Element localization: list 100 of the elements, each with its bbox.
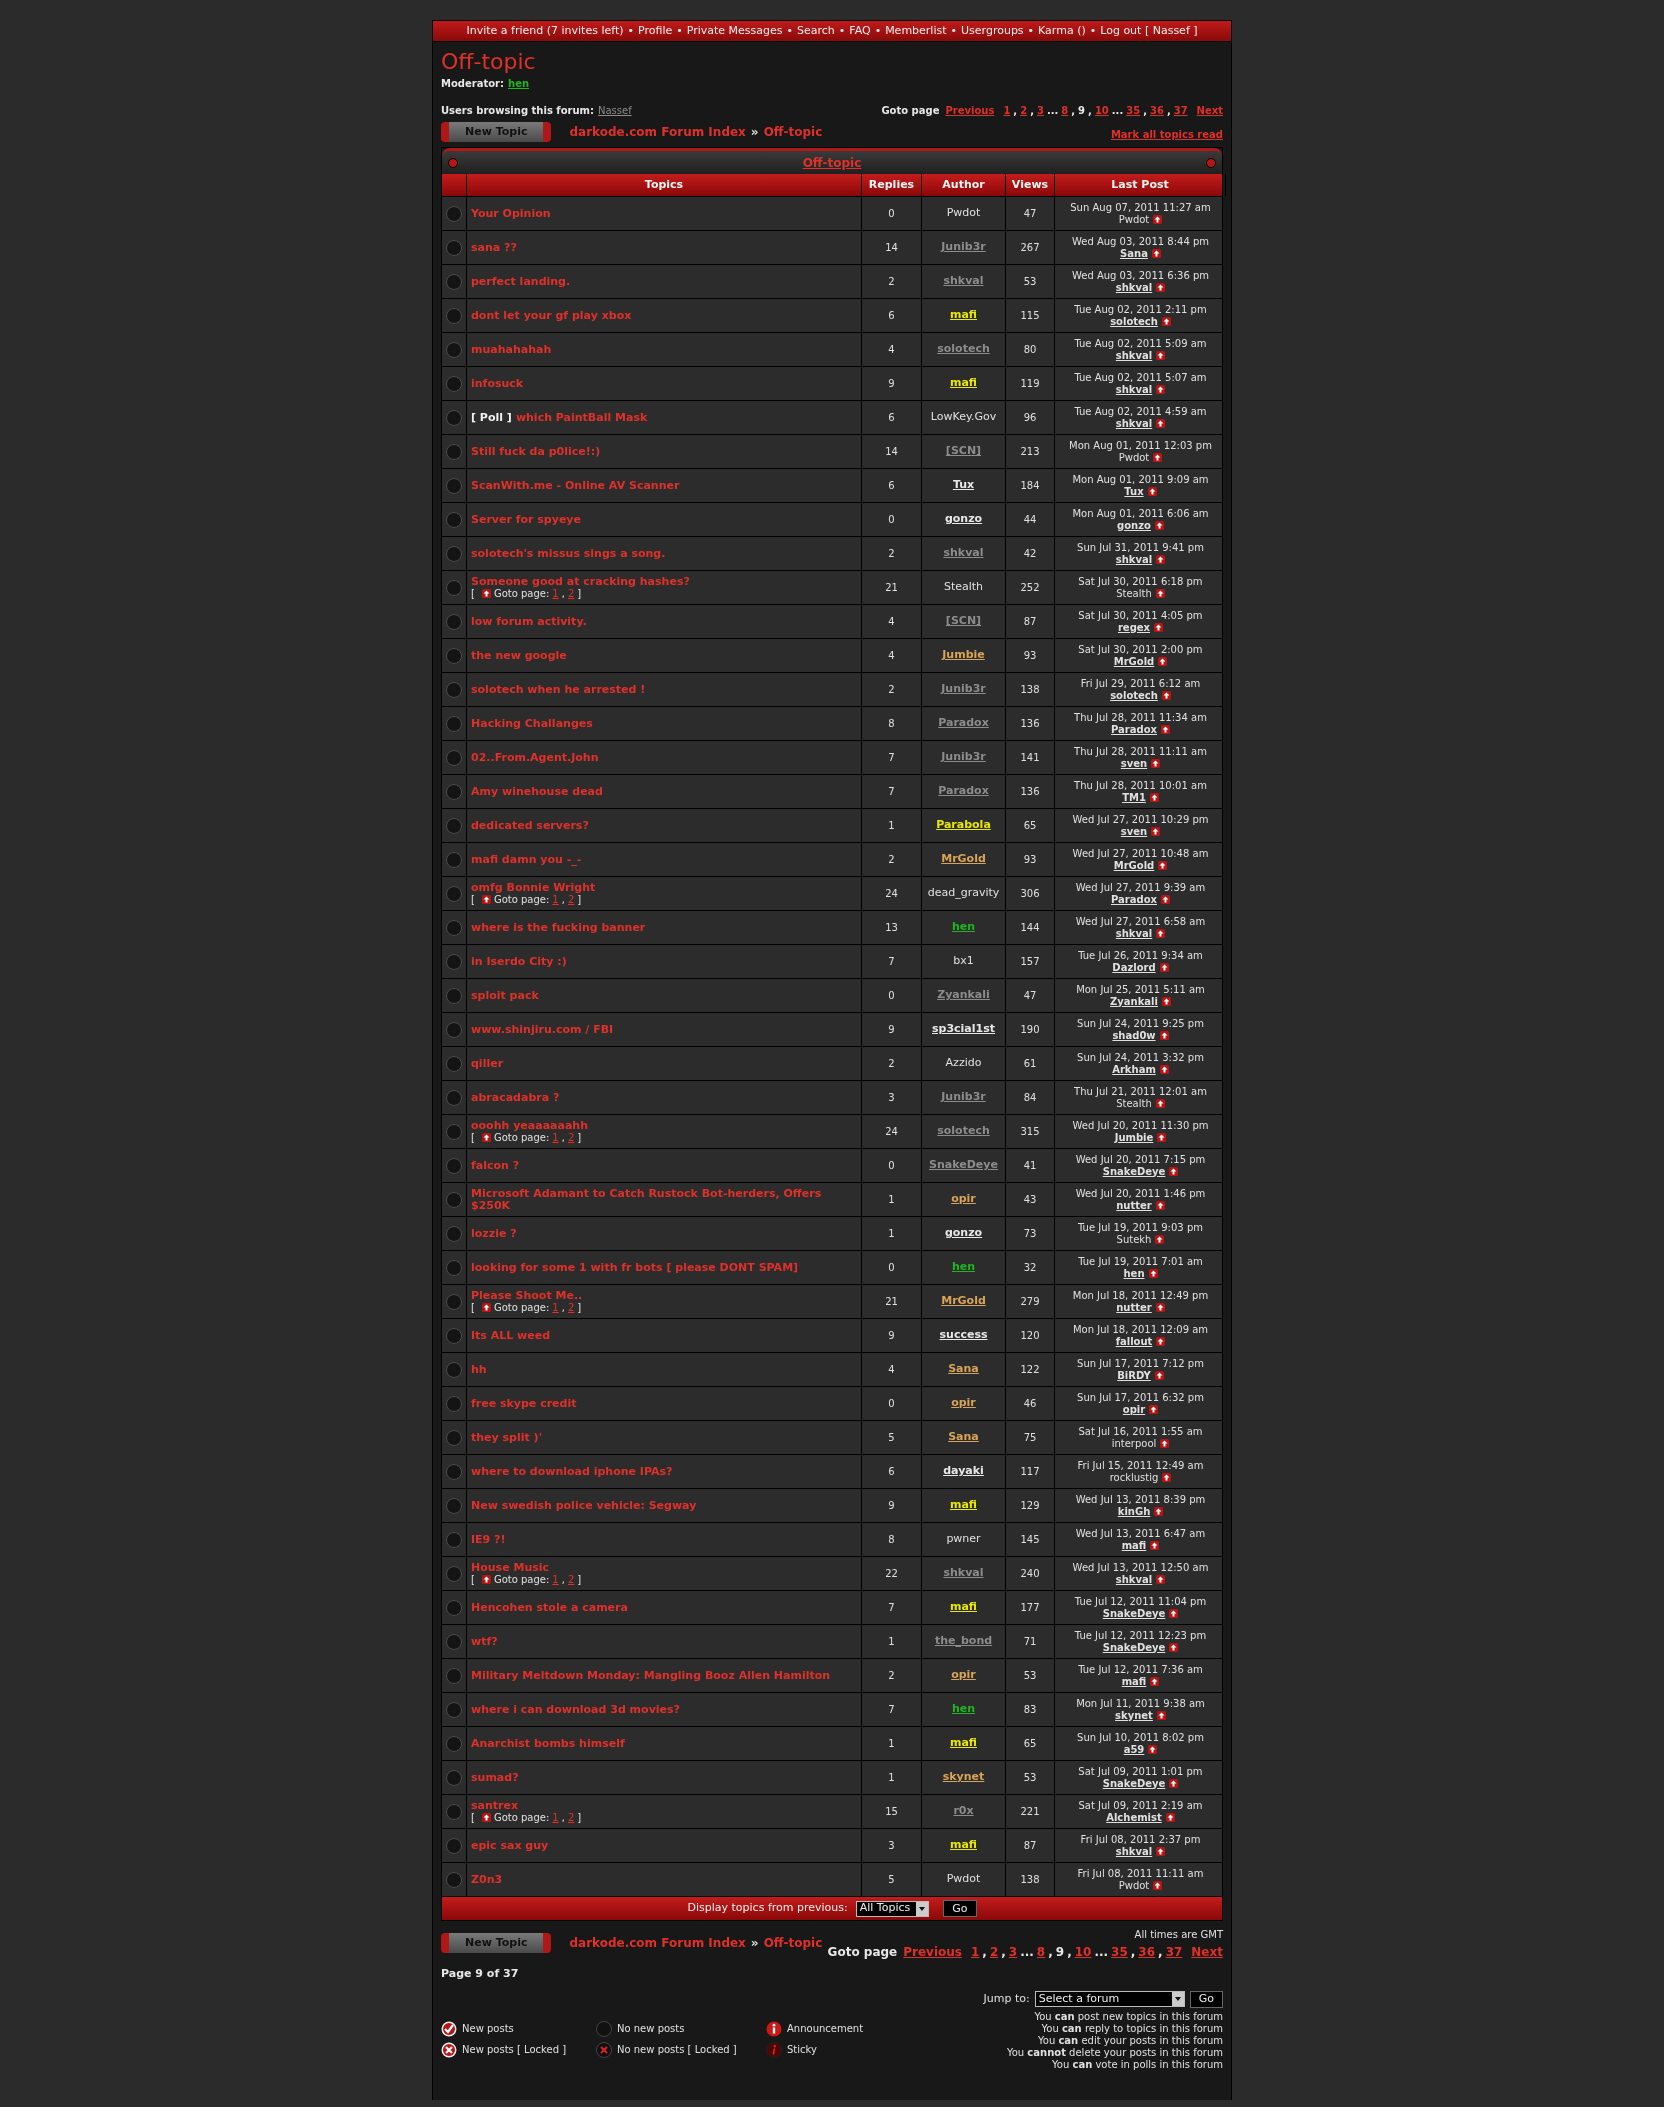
latest-post-icon[interactable] [1157,1133,1167,1142]
topic-title-link[interactable]: www.shinjiru.com / FBI [471,1023,614,1036]
last-post-user-link[interactable]: Arkham [1112,1063,1156,1076]
author-link[interactable]: shkval [943,1565,984,1582]
latest-post-icon[interactable] [1156,419,1166,428]
last-post-user-link[interactable]: sven [1120,757,1148,770]
go-button[interactable]: Go [943,1900,977,1917]
topic-title-link[interactable]: lozzie ? [471,1227,517,1240]
topic-title-link[interactable]: Server for spyeye [471,513,581,526]
topic-title-link[interactable]: Still fuck da p0lice!:) [471,445,601,458]
topics-period-select[interactable]: All Topics [855,1900,930,1917]
latest-post-icon[interactable] [1160,1439,1170,1448]
latest-post-icon[interactable] [1149,1405,1159,1414]
author-link[interactable]: the_bond [934,1633,993,1650]
author-link[interactable]: opir [951,1395,976,1412]
latest-post-icon[interactable] [1156,1575,1166,1584]
topic-title-link[interactable]: qiller [471,1057,504,1070]
author-link[interactable]: Zyankali [937,987,990,1004]
author-link[interactable]: Junib3r [941,1089,986,1106]
latest-post-icon[interactable] [1154,1507,1164,1516]
author-link[interactable]: Parabola [936,817,991,834]
latest-post-icon[interactable] [1159,1031,1169,1040]
page-link[interactable]: 2 [567,1131,575,1144]
topic-title-link[interactable]: where to download iphone IPAs? [471,1465,673,1478]
topic-title-link[interactable]: abracadabra ? [471,1091,560,1104]
latest-post-icon[interactable] [1151,759,1161,768]
topic-title-link[interactable]: Your Opinion [471,207,551,220]
last-post-user-link[interactable]: Paradox [1111,893,1157,906]
last-post-user-link[interactable]: Paradox [1111,723,1157,736]
last-post-user-link[interactable]: SnakeDeye [1102,1607,1166,1620]
jump-go-button[interactable]: Go [1189,1990,1223,2008]
last-post-user-link[interactable]: Jumbie [1114,1131,1154,1144]
latest-post-icon[interactable] [1156,283,1166,292]
last-post-user-link[interactable]: SnakeDeye [1102,1777,1166,1790]
page-link[interactable]: 1 [970,1943,980,1961]
topic-title-link[interactable]: low forum activity. [471,615,587,628]
latest-post-icon[interactable] [1149,793,1159,802]
latest-post-icon[interactable] [1158,861,1168,870]
latest-post-icon[interactable] [1155,1201,1165,1210]
page-link[interactable]: 2 [567,1573,575,1586]
topic-title-link[interactable]: dedicated servers? [471,819,589,832]
author-link[interactable]: gonzo [944,1225,983,1242]
topic-title-link[interactable]: where i can download 3d movies? [471,1703,680,1716]
topic-title-link[interactable]: sana ?? [471,241,517,254]
latest-post-icon[interactable] [1159,963,1169,972]
author-link[interactable]: opir [951,1191,976,1208]
page-link[interactable]: 2 [567,587,575,600]
last-post-user-link[interactable]: skynet [1115,1709,1153,1722]
topic-title-link[interactable]: Amy winehouse dead [471,785,603,798]
page-link[interactable]: 10 [1074,1943,1092,1961]
page-link[interactable]: 3 [1008,1943,1018,1961]
last-post-user-link[interactable]: Dazlord [1112,961,1156,974]
latest-post-icon[interactable] [481,1133,491,1142]
new-topic-button[interactable]: New Topic [441,1933,552,1953]
author-link[interactable]: mafi [949,1599,977,1616]
author-link[interactable]: Junib3r [941,749,986,766]
page-link[interactable]: 36 [1138,1943,1156,1961]
topic-title-link[interactable]: sumad? [471,1771,519,1784]
last-post-user-link[interactable]: regex [1117,621,1151,634]
nav-link[interactable]: Search [797,22,835,40]
latest-post-icon[interactable] [481,1813,491,1822]
forum-index-link[interactable]: darkode.com Forum Index [569,123,746,141]
page-link[interactable]: 37 [1173,103,1188,118]
topic-title-link[interactable]: mafi damn you -_- [471,853,582,866]
forum-link[interactable]: Off-topic [763,123,823,141]
topic-title-link[interactable]: House Music [471,1561,550,1574]
nav-link[interactable]: Profile [638,22,673,40]
page-link[interactable]: 2 [567,893,575,906]
author-link[interactable]: sp3cial1st [932,1021,995,1038]
latest-post-icon[interactable] [1153,1881,1163,1890]
page-link[interactable]: 3 [1036,103,1044,118]
last-post-user-link[interactable]: shkval [1115,281,1153,294]
latest-post-icon[interactable] [1151,249,1161,258]
topic-title-link[interactable]: ooohh yeaaaaaahh [471,1119,588,1132]
author-link[interactable]: MrGold [941,851,986,868]
nav-link[interactable]: Usergroups [961,22,1024,40]
author-link[interactable]: shkval [943,545,984,562]
topic-title-link[interactable]: in Iserdo City :) [471,955,567,968]
last-post-user-link[interactable]: shkval [1115,349,1153,362]
page-link[interactable]: 36 [1149,103,1164,118]
nav-link[interactable]: Karma () [1038,22,1086,40]
latest-post-icon[interactable] [1162,1473,1172,1482]
latest-post-icon[interactable] [1150,1541,1160,1550]
author-link[interactable]: success [939,1327,988,1344]
author-link[interactable]: hen [951,1701,976,1718]
topic-title-link[interactable]: the new google [471,649,567,662]
latest-post-icon[interactable] [1155,1235,1165,1244]
latest-post-icon[interactable] [1147,487,1157,496]
page-link[interactable]: 2 [567,1811,575,1824]
moderator-link[interactable]: hen [508,76,530,91]
author-link[interactable]: hen [951,919,976,936]
latest-post-icon[interactable] [1153,215,1163,224]
author-link[interactable]: SnakeDeye [929,1157,998,1174]
author-link[interactable]: Junib3r [941,681,986,698]
topic-title-link[interactable]: they split )' [471,1431,542,1444]
page-link[interactable]: 1 [552,587,559,600]
last-post-user-link[interactable]: opir [1122,1403,1146,1416]
page-link[interactable]: 2 [1020,103,1028,118]
author-link[interactable]: mafi [949,375,977,392]
latest-post-icon[interactable] [1154,623,1164,632]
